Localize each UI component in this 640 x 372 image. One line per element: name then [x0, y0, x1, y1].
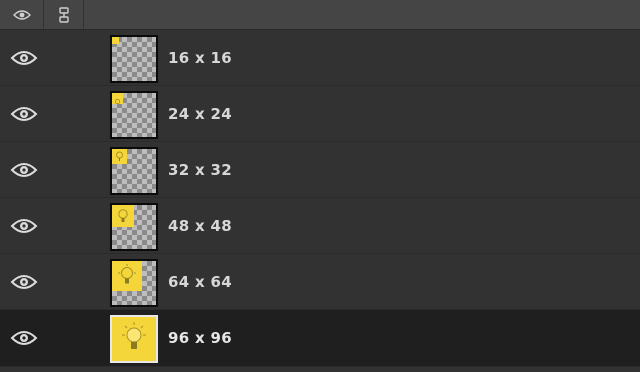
layer-row[interactable]: 16 x 16 [0, 30, 640, 86]
eye-icon[interactable] [10, 161, 38, 179]
lightbulb-icon [112, 37, 119, 44]
layers-header [0, 0, 640, 30]
layer-name: 64 x 64 [168, 272, 232, 291]
layer-thumbnail [110, 147, 158, 195]
link-icon [58, 6, 69, 23]
layer-name: 48 x 48 [168, 216, 232, 235]
header-visibility-column[interactable] [0, 0, 44, 29]
lightbulb-icon [112, 93, 123, 104]
eye-icon[interactable] [10, 49, 38, 67]
layer-name: 96 x 96 [168, 329, 232, 347]
header-layer-column [84, 0, 640, 29]
eye-icon [12, 9, 31, 20]
layer-row-selected[interactable]: 96 x 96 [0, 310, 640, 367]
lightbulb-icon [112, 261, 142, 291]
eye-icon[interactable] [10, 273, 38, 291]
eye-icon[interactable] [10, 217, 38, 235]
layer-name: 16 x 16 [168, 48, 232, 67]
header-link-column[interactable] [44, 0, 84, 29]
layer-thumbnail [110, 35, 158, 83]
layer-row[interactable]: 64 x 64 [0, 254, 640, 310]
layer-list: 16 x 16 24 x 24 32 x 32 48 x 48 64 x 64 … [0, 30, 640, 367]
layer-thumbnail [110, 203, 158, 251]
layer-thumbnail [110, 315, 158, 363]
layer-row[interactable]: 32 x 32 [0, 142, 640, 198]
layer-name: 24 x 24 [168, 104, 232, 123]
eye-icon[interactable] [10, 329, 38, 347]
eye-icon[interactable] [10, 105, 38, 123]
lightbulb-icon [112, 149, 127, 164]
layer-name: 32 x 32 [168, 160, 232, 179]
layer-row[interactable]: 24 x 24 [0, 86, 640, 142]
lightbulb-icon [112, 205, 134, 227]
lightbulb-icon [112, 317, 156, 361]
layer-thumbnail [110, 259, 158, 307]
layer-row[interactable]: 48 x 48 [0, 198, 640, 254]
layers-panel: 16 x 16 24 x 24 32 x 32 48 x 48 64 x 64 … [0, 0, 640, 372]
layer-thumbnail [110, 91, 158, 139]
